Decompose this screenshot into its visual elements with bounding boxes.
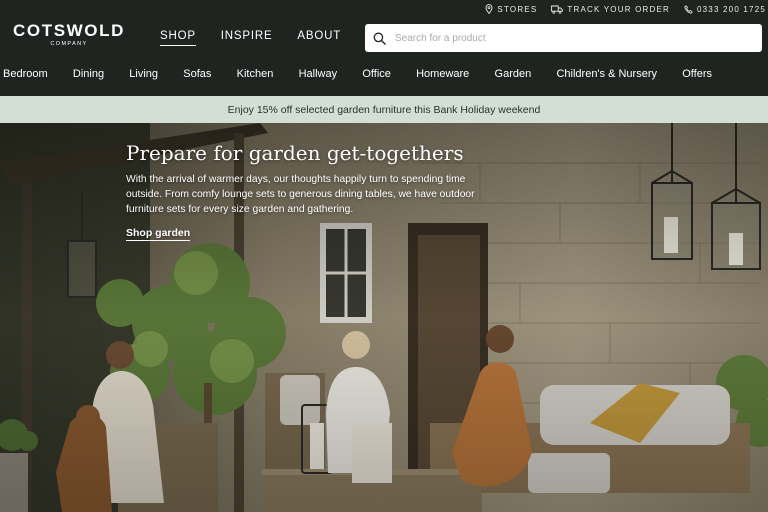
map-pin-icon (485, 4, 493, 14)
search-input[interactable] (395, 32, 735, 44)
category-offers[interactable]: Offers (682, 68, 712, 80)
logo-subtitle: COMPANY (50, 41, 88, 47)
stores-link[interactable]: STORES (485, 4, 537, 14)
truck-icon (551, 5, 564, 14)
phone-number: 0333 200 1725 (697, 4, 766, 14)
main-nav: SHOP INSPIRE ABOUT (160, 30, 341, 46)
main-nav-inspire[interactable]: INSPIRE (221, 30, 273, 46)
category-garden[interactable]: Garden (495, 68, 532, 80)
category-living[interactable]: Living (129, 68, 158, 80)
hero-banner[interactable]: Prepare for garden get-togethers With th… (0, 123, 768, 512)
category-sofas[interactable]: Sofas (183, 68, 211, 80)
stores-label: STORES (497, 4, 538, 14)
category-office[interactable]: Office (362, 68, 391, 80)
track-order-label: TRACK YOUR ORDER (567, 4, 670, 14)
main-nav-shop[interactable]: SHOP (160, 30, 196, 46)
hero-body: With the arrival of warmer days, our tho… (126, 174, 475, 215)
category-homeware[interactable]: Homeware (416, 68, 469, 80)
category-nav: Bedroom Dining Living Sofas Kitchen Hall… (0, 68, 768, 80)
hero-title: Prepare for garden get-togethers (126, 141, 464, 165)
phone-icon (684, 4, 693, 14)
hero-copy: Prepare for garden get-togethers With th… (126, 141, 496, 241)
brand-logo[interactable]: COTSWOLD COMPANY (8, 22, 130, 49)
site-header: STORES TRACK YOUR ORDER 0333 200 1725 CO… (0, 0, 768, 96)
category-hallway[interactable]: Hallway (299, 68, 338, 80)
category-childrens-nursery[interactable]: Children's & Nursery (556, 68, 657, 80)
search-box[interactable] (365, 24, 762, 52)
shop-garden-link[interactable]: Shop garden (126, 227, 191, 241)
category-bedroom[interactable]: Bedroom (3, 68, 48, 80)
logo-wordmark: COTSWOLD (13, 21, 125, 40)
category-dining[interactable]: Dining (73, 68, 104, 80)
main-nav-about[interactable]: ABOUT (297, 30, 341, 46)
track-order-link[interactable]: TRACK YOUR ORDER (551, 5, 670, 14)
promo-banner[interactable]: Enjoy 15% off selected garden furniture … (0, 96, 768, 123)
search-icon[interactable] (373, 32, 386, 45)
promo-text: Enjoy 15% off selected garden furniture … (227, 103, 541, 116)
utility-bar: STORES TRACK YOUR ORDER 0333 200 1725 (485, 0, 768, 18)
phone-link[interactable]: 0333 200 1725 (684, 5, 766, 14)
category-kitchen[interactable]: Kitchen (237, 68, 274, 80)
